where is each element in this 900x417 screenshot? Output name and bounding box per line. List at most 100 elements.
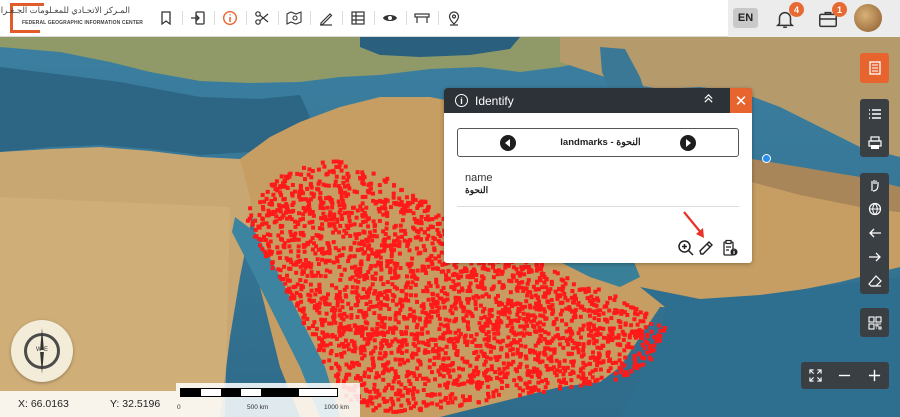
- landmark-point[interactable]: [414, 352, 419, 357]
- landmark-point[interactable]: [616, 319, 621, 323]
- landmark-point[interactable]: [355, 374, 360, 378]
- landmark-point[interactable]: [501, 361, 506, 366]
- landmark-point[interactable]: [405, 274, 409, 279]
- landmark-point[interactable]: [332, 183, 337, 188]
- landmark-point[interactable]: [369, 247, 374, 252]
- landmark-point[interactable]: [391, 195, 396, 200]
- landmark-point[interactable]: [430, 370, 434, 375]
- landmark-point[interactable]: [561, 336, 566, 340]
- landmark-point[interactable]: [532, 318, 537, 323]
- landmark-point[interactable]: [310, 247, 315, 252]
- landmark-point[interactable]: [508, 290, 513, 295]
- landmark-point[interactable]: [506, 315, 511, 320]
- landmark-point[interactable]: [401, 211, 406, 216]
- landmark-point[interactable]: [389, 396, 394, 401]
- landmark-point[interactable]: [485, 318, 490, 322]
- landmark-point[interactable]: [278, 250, 283, 255]
- landmark-point[interactable]: [437, 383, 442, 388]
- landmark-point[interactable]: [365, 400, 370, 405]
- landmark-point[interactable]: [604, 304, 609, 309]
- landmark-point[interactable]: [630, 345, 635, 350]
- landmark-point[interactable]: [377, 392, 382, 397]
- landmark-point[interactable]: [473, 302, 478, 307]
- landmark-point[interactable]: [293, 189, 297, 194]
- landmark-point[interactable]: [385, 280, 390, 285]
- landmark-point[interactable]: [658, 334, 663, 338]
- landmark-point[interactable]: [536, 388, 541, 393]
- landmark-point[interactable]: [348, 276, 353, 281]
- landmark-point[interactable]: [360, 356, 365, 361]
- landmark-point[interactable]: [360, 180, 365, 185]
- landmark-point[interactable]: [501, 284, 506, 289]
- landmark-point[interactable]: [355, 170, 360, 175]
- landmark-point[interactable]: [551, 322, 556, 327]
- landmark-point[interactable]: [497, 354, 502, 359]
- landmark-point[interactable]: [403, 386, 408, 390]
- landmark-point[interactable]: [535, 279, 539, 284]
- landmark-point[interactable]: [485, 367, 490, 372]
- landmark-point[interactable]: [459, 274, 464, 279]
- landmark-point[interactable]: [485, 375, 490, 380]
- landmark-point[interactable]: [426, 339, 431, 343]
- landmark-point[interactable]: [500, 269, 505, 274]
- landmark-point[interactable]: [571, 363, 576, 368]
- landmark-point[interactable]: [418, 408, 423, 413]
- landmark-point[interactable]: [341, 203, 346, 208]
- landmark-point[interactable]: [399, 187, 404, 192]
- landmark-point[interactable]: [391, 298, 395, 303]
- landmark-point[interactable]: [390, 282, 395, 287]
- landmark-point[interactable]: [423, 320, 428, 325]
- landmark-point[interactable]: [472, 368, 477, 373]
- landmark-point[interactable]: [396, 380, 401, 385]
- landmark-point[interactable]: [579, 287, 584, 292]
- landmark-point[interactable]: [281, 244, 286, 248]
- landmark-point[interactable]: [324, 217, 328, 222]
- landmark-point[interactable]: [402, 339, 407, 344]
- landmark-point[interactable]: [491, 265, 495, 270]
- landmark-point[interactable]: [493, 355, 498, 360]
- landmark-point[interactable]: [461, 316, 466, 321]
- zoom-in-button[interactable]: [860, 362, 889, 389]
- landmark-point[interactable]: [385, 399, 390, 404]
- landmark-point[interactable]: [339, 272, 344, 277]
- landmark-point[interactable]: [509, 329, 514, 333]
- landmark-point[interactable]: [282, 264, 287, 269]
- landmark-point[interactable]: [441, 374, 446, 379]
- landmark-point[interactable]: [277, 216, 282, 221]
- landmark-point[interactable]: [331, 159, 336, 164]
- landmark-point[interactable]: [298, 278, 303, 282]
- landmark-point[interactable]: [296, 254, 301, 259]
- landmark-point[interactable]: [532, 305, 537, 310]
- landmark-point[interactable]: [444, 363, 449, 368]
- landmark-point[interactable]: [373, 375, 378, 380]
- landmark-point[interactable]: [508, 301, 513, 306]
- landmark-point[interactable]: [405, 358, 410, 363]
- landmark-point[interactable]: [440, 347, 445, 352]
- landmark-point[interactable]: [570, 289, 575, 293]
- landmark-point[interactable]: [261, 221, 266, 226]
- landmark-point[interactable]: [400, 218, 405, 223]
- landmark-point[interactable]: [257, 225, 262, 230]
- landmark-point[interactable]: [470, 314, 475, 319]
- info-icon[interactable]: [214, 6, 246, 30]
- landmark-point[interactable]: [382, 322, 387, 327]
- landmark-point[interactable]: [496, 331, 501, 336]
- landmark-point[interactable]: [363, 320, 368, 325]
- landmark-point[interactable]: [496, 392, 501, 397]
- landmark-point[interactable]: [421, 302, 426, 307]
- landmark-point[interactable]: [415, 389, 420, 394]
- landmark-point[interactable]: [534, 263, 539, 267]
- next-result-button[interactable]: [680, 135, 696, 151]
- landmark-point[interactable]: [295, 282, 300, 287]
- landmark-point[interactable]: [581, 342, 586, 347]
- landmark-point[interactable]: [539, 271, 544, 276]
- landmark-point[interactable]: [525, 293, 530, 298]
- landmark-point[interactable]: [393, 265, 398, 270]
- landmark-point[interactable]: [484, 342, 489, 347]
- landmark-point[interactable]: [346, 259, 351, 264]
- landmark-point[interactable]: [538, 278, 543, 283]
- landmark-point[interactable]: [573, 307, 578, 312]
- landmark-point[interactable]: [351, 348, 356, 353]
- landmark-point[interactable]: [373, 345, 378, 350]
- landmark-point[interactable]: [337, 367, 342, 372]
